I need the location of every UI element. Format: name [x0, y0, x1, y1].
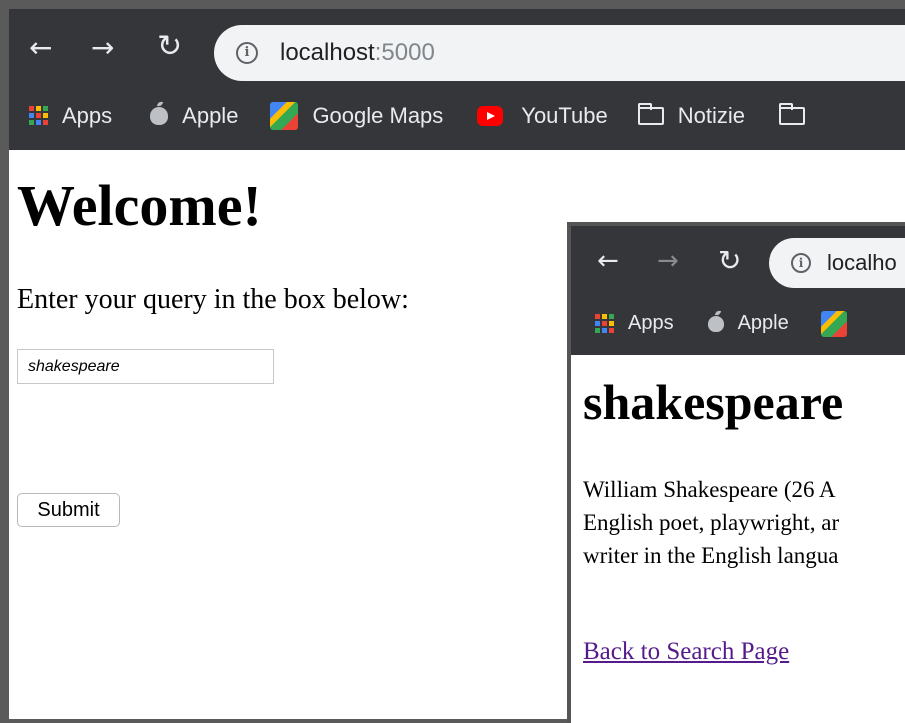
back-arrow-icon[interactable]: ← [597, 246, 619, 276]
bookmark-label: Apple [182, 102, 239, 128]
page-title: Welcome! [17, 173, 262, 238]
bookmark-youtube[interactable]: YouTube [477, 102, 608, 129]
youtube-icon [477, 105, 504, 126]
summary-line: writer in the English langua [583, 543, 839, 568]
info-icon[interactable]: i [236, 42, 258, 64]
browser-window-result: ← → ↻ i localho Apps Apple shakespeare W… [567, 222, 905, 723]
google-maps-icon [820, 310, 847, 337]
info-icon[interactable]: i [791, 253, 811, 273]
bookmark-apple[interactable]: Apple [707, 312, 789, 335]
google-maps-icon [270, 101, 299, 130]
apple-icon [150, 106, 169, 125]
apple-icon [707, 315, 724, 332]
forward-arrow-icon[interactable]: → [91, 31, 114, 64]
folder-icon [779, 102, 805, 125]
search-input[interactable] [17, 349, 274, 384]
reload-icon[interactable]: ↻ [157, 29, 182, 64]
result-title: shakespeare [583, 374, 844, 430]
apps-grid-icon [29, 106, 48, 125]
bookmark-label: YouTube [521, 102, 608, 128]
bookmark-label: Apple [737, 312, 789, 334]
bookmark-google-maps[interactable] [820, 310, 861, 337]
bookmark-apps[interactable]: Apps [29, 103, 112, 129]
bookmark-notizie[interactable]: Notizie [637, 102, 745, 129]
address-bar[interactable]: i localhost:5000 [214, 25, 905, 81]
bookmark-apps[interactable]: Apps [595, 312, 674, 335]
bookmark-label: Google Maps [312, 102, 444, 128]
browser-toolbar: ← → ↻ i localho [571, 226, 905, 292]
bookmark-label: Apps [62, 102, 113, 128]
apps-grid-icon [595, 314, 614, 333]
forward-arrow-icon[interactable]: → [657, 246, 679, 276]
bookmark-label: Apps [628, 312, 674, 334]
back-arrow-icon[interactable]: ← [29, 31, 52, 64]
summary-line: English poet, playwright, ar [583, 510, 840, 535]
bookmark-label: Notizie [677, 102, 745, 128]
bookmarks-bar: Apps Apple [571, 292, 905, 355]
page-content: shakespeare William Shakespeare (26 A En… [571, 355, 905, 723]
address-text: localho [827, 250, 897, 275]
summary-line: William Shakespeare (26 A [583, 477, 836, 502]
back-to-search-link[interactable]: Back to Search Page [583, 638, 789, 666]
folder-icon [637, 102, 664, 125]
bookmark-google-maps[interactable]: Google Maps [270, 101, 444, 130]
bookmark-folder[interactable] [779, 102, 819, 125]
browser-toolbar: ← → ↻ i localhost:5000 [9, 9, 905, 81]
address-bar[interactable]: i localho [769, 238, 905, 288]
query-prompt: Enter your query in the box below: [17, 284, 409, 315]
submit-button[interactable]: Submit [17, 493, 120, 527]
bookmarks-bar: Apps Apple Google Maps YouTube Notizie [9, 81, 905, 150]
bookmark-apple[interactable]: Apple [150, 103, 238, 129]
result-summary: William Shakespeare (26 A English poet, … [583, 473, 839, 572]
address-text: localhost:5000 [280, 39, 435, 66]
reload-icon[interactable]: ↻ [718, 244, 741, 277]
